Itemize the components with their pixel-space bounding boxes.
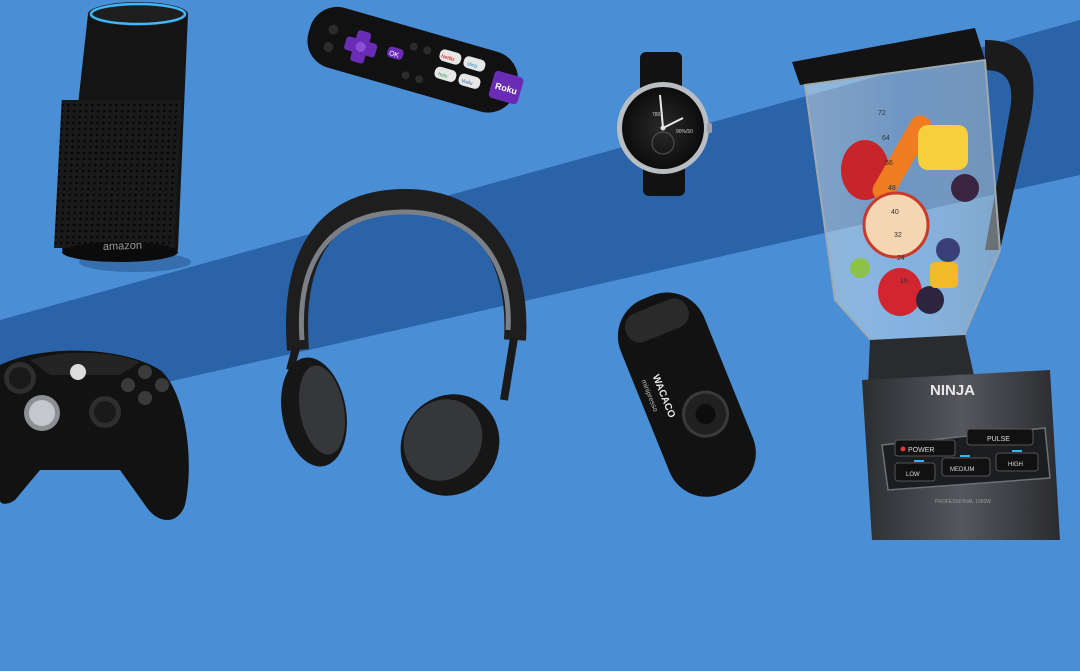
- power-label: POWER: [908, 447, 934, 454]
- scale-56: 56: [885, 160, 893, 167]
- watch-dial-left: 7803: [652, 112, 663, 118]
- scale-48: 48: [888, 185, 896, 192]
- watch-dial-right: 90%/50: [676, 129, 693, 135]
- scale-40: 40: [891, 209, 899, 216]
- blender-base-text: PROFESSIONAL 1000W: [935, 499, 991, 505]
- scale-24: 24: [897, 255, 905, 262]
- scale-64: 64: [882, 135, 890, 142]
- medium-label: MEDIUM: [950, 467, 974, 473]
- low-label: LOW: [906, 472, 920, 478]
- high-label: HIGH: [1008, 462, 1023, 468]
- scale-32: 32: [894, 232, 902, 239]
- pulse-label: PULSE: [987, 436, 1010, 443]
- blender-brand-text: NINJA: [930, 382, 975, 399]
- product-collage: amazon Roku OK Netflix sling hulu Vudu 7…: [0, 0, 1080, 671]
- scale-72: 72: [878, 110, 886, 117]
- scale-16: 16: [900, 278, 908, 285]
- echo-brand-text: amazon: [103, 240, 143, 253]
